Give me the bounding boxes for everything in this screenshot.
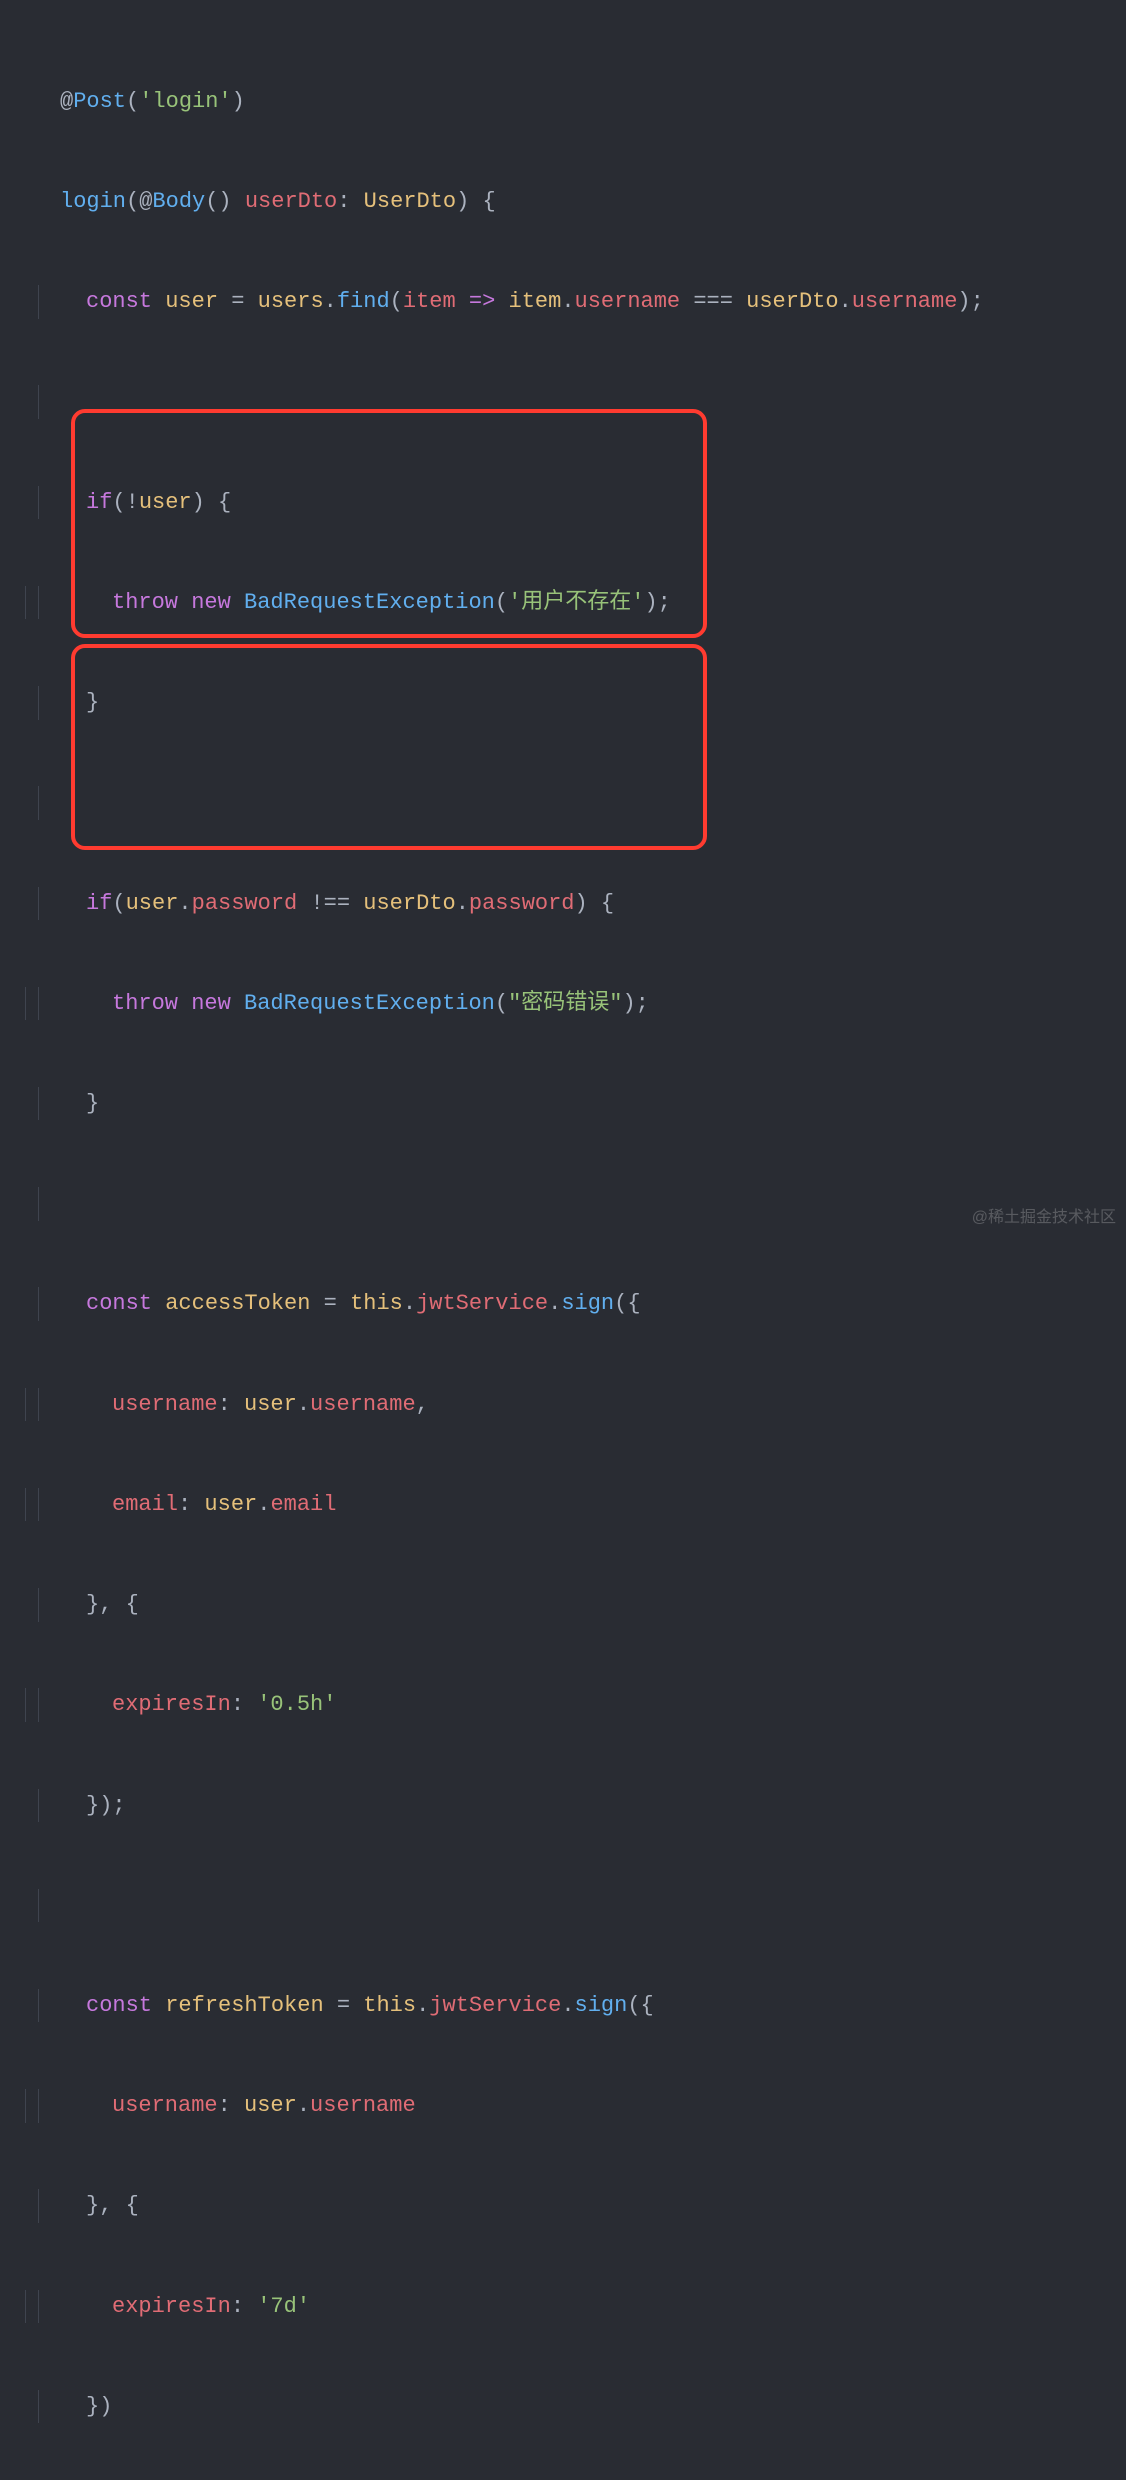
- var-accesstoken: accessToken: [165, 1291, 310, 1316]
- line-rt-username: username: user.username: [60, 2089, 1126, 2122]
- line-rt-end: }): [60, 2390, 1126, 2423]
- fn-sign: sign: [561, 1291, 614, 1316]
- line-throw-bad-user: throw new BadRequestException('用户不存在');: [60, 586, 1126, 619]
- code-editor: @Post('login') login(@Body() userDto: Us…: [0, 0, 1126, 2480]
- expires-0_5h: '0.5h': [257, 1692, 336, 1717]
- line-rt-expires: expiresIn: '7d': [60, 2290, 1126, 2323]
- str-password-error: "密码错误": [508, 991, 622, 1016]
- line-login-sig: login(@Body() userDto: UserDto) {: [60, 185, 1126, 218]
- str-user-not-exist: '用户不存在': [508, 590, 644, 615]
- post-fn: Post: [73, 89, 126, 114]
- expires-7d: '7d': [257, 2294, 310, 2319]
- ctor-bre: BadRequestException: [244, 590, 495, 615]
- var-refreshtoken: refreshToken: [165, 1993, 323, 2018]
- line-at-end: });: [60, 1789, 1126, 1822]
- var-user: user: [165, 289, 218, 314]
- line-at-username: username: user.username,: [60, 1388, 1126, 1421]
- line-if-password: if(user.password !== userDto.password) {: [60, 887, 1126, 920]
- line-at-expires: expiresIn: '0.5h': [60, 1688, 1126, 1721]
- blank-line: [60, 1187, 1126, 1220]
- line-close-if2: }: [60, 1087, 1126, 1120]
- line-if-not-user: if(!user) {: [60, 486, 1126, 519]
- line-throw-bad-pw: throw new BadRequestException("密码错误");: [60, 987, 1126, 1020]
- blank-line: [60, 1889, 1126, 1922]
- at-symbol: @: [60, 89, 73, 114]
- blank-line: [60, 385, 1126, 418]
- line-close-if1: }: [60, 686, 1126, 719]
- body-fn: Body: [152, 189, 205, 214]
- param-item: item: [403, 289, 456, 314]
- route-login: 'login': [139, 89, 231, 114]
- watermark: @稀土掘金技术社区: [972, 1201, 1116, 1234]
- line-at-email: email: user.email: [60, 1488, 1126, 1521]
- line-at-close-open: }, {: [60, 1588, 1126, 1621]
- line-const-user: const user = users.find(item => item.use…: [60, 285, 1126, 318]
- type-userDto: UserDto: [364, 189, 456, 214]
- line-decorator: @Post('login'): [60, 85, 1126, 118]
- line-rt-close-open: }, {: [60, 2189, 1126, 2222]
- fn-login: login: [60, 189, 126, 214]
- line-accesstoken: const accessToken = this.jwtService.sign…: [60, 1287, 1126, 1320]
- fn-find: find: [337, 289, 390, 314]
- line-refreshtoken: const refreshToken = this.jwtService.sig…: [60, 1989, 1126, 2022]
- var-users: users: [258, 289, 324, 314]
- param-userDto: userDto: [245, 189, 337, 214]
- blank-line: [60, 786, 1126, 819]
